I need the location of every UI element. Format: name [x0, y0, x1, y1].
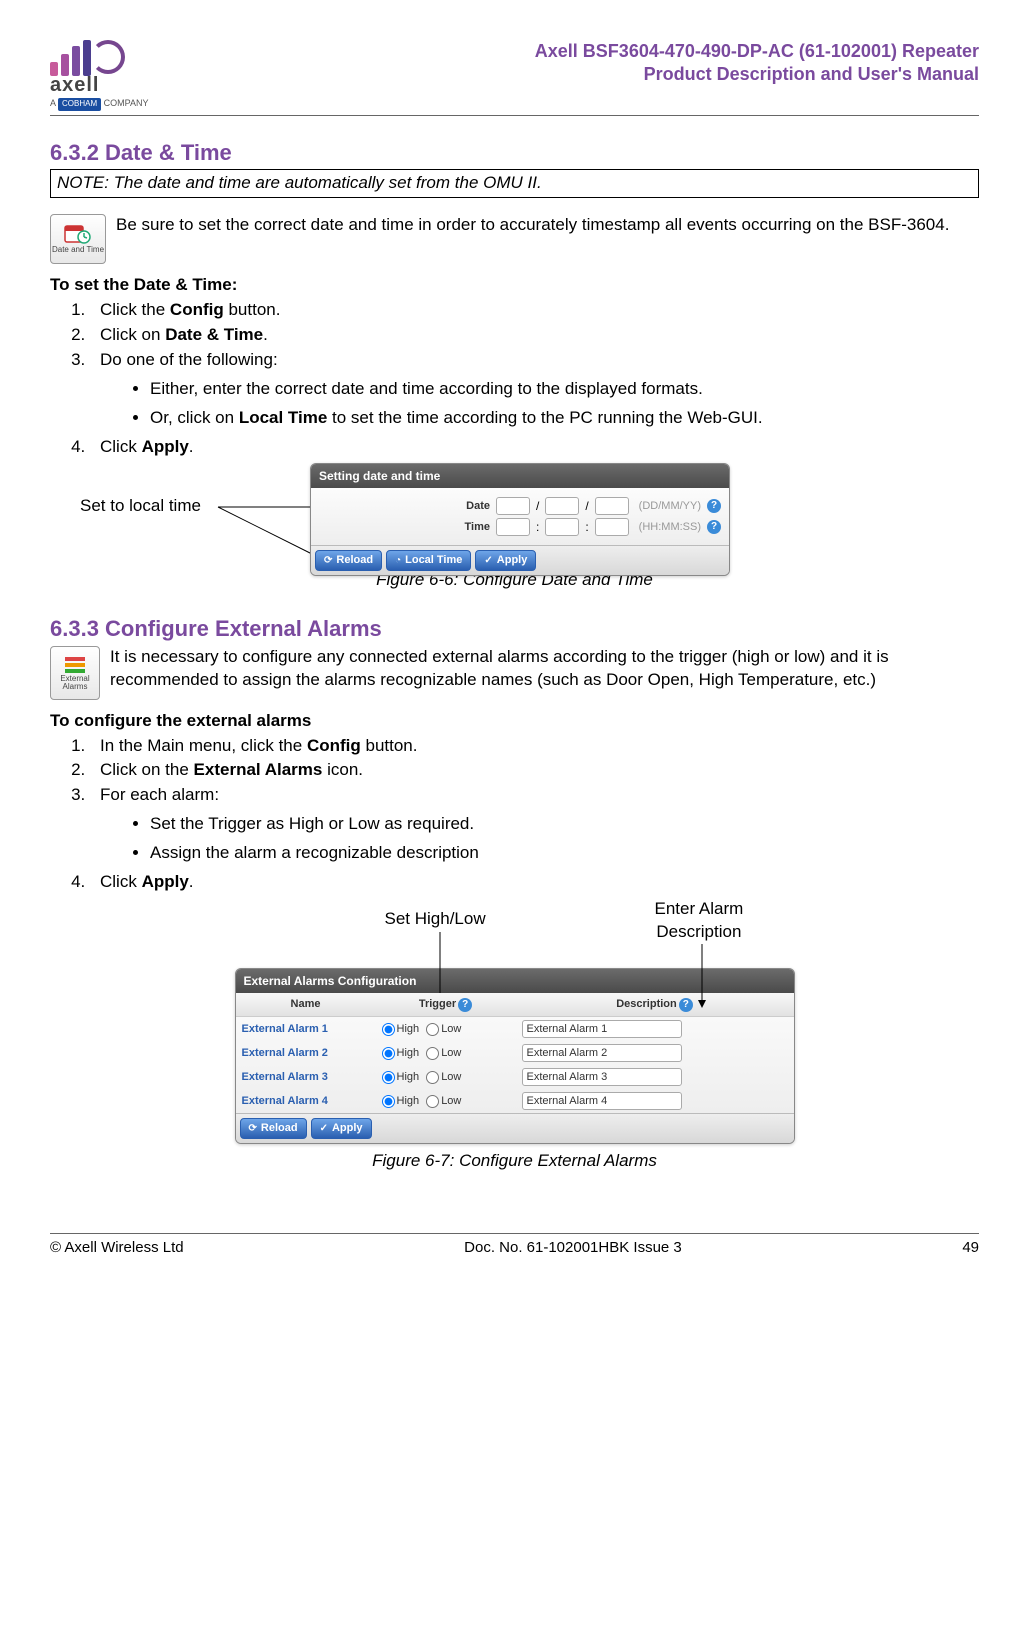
help-icon[interactable]: ? — [458, 998, 472, 1012]
date-mm-input[interactable] — [545, 497, 579, 515]
bullet-item: Or, click on Local Time to set the time … — [150, 407, 979, 430]
local-time-button[interactable]: ◔Local Time — [386, 550, 471, 571]
alarms-table: Name Trigger? Description? External Alar… — [236, 993, 794, 1113]
alarm-name: External Alarm 4 — [236, 1089, 376, 1113]
col-trigger: Trigger? — [376, 993, 516, 1017]
external-alarms-panel: External Alarms Configuration Name Trigg… — [235, 968, 795, 1144]
check-icon: ✓ — [320, 1122, 328, 1136]
steps-list-633: In the Main menu, click the Config butto… — [50, 735, 979, 895]
callout-arrow-icon — [697, 944, 707, 1012]
apply-button[interactable]: ✓Apply — [475, 550, 536, 571]
step-item: Click on Date & Time. — [90, 324, 979, 347]
bullet-item: Assign the alarm a recognizable descript… — [150, 842, 979, 865]
help-icon[interactable]: ? — [707, 520, 721, 534]
page-header: axell A COBHAM COMPANY Axell BSF3604-470… — [50, 40, 979, 116]
trigger-cell: High Low — [376, 1065, 516, 1089]
logo-bars-icon — [50, 40, 91, 76]
section-heading-632: 6.3.2 Date & Time — [50, 138, 979, 168]
brand-name: axell — [50, 72, 148, 99]
refresh-icon: ⟳ — [249, 1122, 257, 1136]
date-time-panel: Setting date and time Date / / (DD/MM/YY… — [310, 463, 730, 576]
alarm-desc-input[interactable] — [522, 1020, 682, 1038]
trigger-low-radio[interactable] — [426, 1095, 439, 1108]
alarm-desc-input[interactable] — [522, 1092, 682, 1110]
trigger-cell: High Low — [376, 1017, 516, 1042]
footer-page-no: 49 — [962, 1238, 979, 1258]
trigger-high-radio[interactable] — [382, 1071, 395, 1084]
table-row: External Alarm 4 High Low — [236, 1089, 794, 1113]
trigger-high-radio[interactable] — [382, 1023, 395, 1036]
document-title: Axell BSF3604-470-490-DP-AC (61-102001) … — [535, 40, 979, 85]
section-633-intro: It is necessary to configure any connect… — [110, 646, 979, 692]
step-item: Click the Config button. — [90, 299, 979, 322]
date-yy-input[interactable] — [595, 497, 629, 515]
alarm-name: External Alarm 1 — [236, 1017, 376, 1042]
callout-local-time: Set to local time — [80, 495, 201, 518]
table-row: External Alarm 1 High Low — [236, 1017, 794, 1042]
bullet-item: Either, enter the correct date and time … — [150, 378, 979, 401]
date-time-app-icon: Date and Time — [50, 214, 106, 264]
col-name: Name — [236, 993, 376, 1017]
section-heading-633: 6.3.3 Configure External Alarms — [50, 614, 979, 644]
clock-icon: ◔ — [395, 554, 401, 568]
step-item: In the Main menu, click the Config butto… — [90, 735, 979, 758]
reload-button[interactable]: ⟳Reload — [240, 1118, 307, 1139]
alarm-desc-input[interactable] — [522, 1068, 682, 1086]
time-hh-input[interactable] — [496, 518, 530, 536]
time-ss-input[interactable] — [595, 518, 629, 536]
step-item: Do one of the following: Either, enter t… — [90, 349, 979, 430]
step-item: Click Apply. — [90, 436, 979, 459]
procedure-title-632: To set the Date & Time: — [50, 274, 979, 297]
reload-button[interactable]: ⟳Reload — [315, 550, 382, 571]
step-item: Click Apply. — [90, 871, 979, 894]
refresh-icon: ⟳ — [324, 554, 332, 568]
trigger-low-radio[interactable] — [426, 1047, 439, 1060]
trigger-cell: High Low — [376, 1041, 516, 1065]
sub-bullets-633: Set the Trigger as High or Low as requir… — [130, 813, 979, 865]
check-icon: ✓ — [484, 554, 492, 568]
table-row: External Alarm 2 High Low — [236, 1041, 794, 1065]
trigger-low-radio[interactable] — [426, 1023, 439, 1036]
date-dd-input[interactable] — [496, 497, 530, 515]
panel-title: Setting date and time — [311, 464, 729, 488]
trigger-high-radio[interactable] — [382, 1095, 395, 1108]
help-icon[interactable]: ? — [679, 998, 693, 1012]
brand-subtitle: A COBHAM COMPANY — [50, 97, 148, 111]
page-footer: © Axell Wireless Ltd Doc. No. 61-102001H… — [50, 1233, 979, 1258]
alarm-name: External Alarm 3 — [236, 1065, 376, 1089]
panel-title: External Alarms Configuration — [236, 969, 794, 993]
trigger-cell: High Low — [376, 1089, 516, 1113]
date-label: Date — [410, 499, 490, 514]
figure-caption-67: Figure 6-7: Configure External Alarms — [372, 1150, 657, 1173]
brand-logo: axell A COBHAM COMPANY — [50, 40, 148, 111]
alarm-desc-input[interactable] — [522, 1044, 682, 1062]
external-alarms-app-icon: External Alarms — [50, 646, 100, 700]
time-mm-input[interactable] — [545, 518, 579, 536]
section-632-intro: Be sure to set the correct date and time… — [116, 214, 979, 237]
help-icon[interactable]: ? — [707, 499, 721, 513]
apply-button[interactable]: ✓Apply — [311, 1118, 372, 1139]
callout-enter-desc: Enter Alarm Description — [655, 898, 744, 944]
table-row: External Alarm 3 High Low — [236, 1065, 794, 1089]
steps-list-632: Click the Config button. Click on Date &… — [50, 299, 979, 459]
trigger-high-radio[interactable] — [382, 1047, 395, 1060]
procedure-title-633: To configure the external alarms — [50, 710, 979, 733]
calendar-clock-icon — [64, 223, 92, 245]
step-item: Click on the External Alarms icon. — [90, 759, 979, 782]
col-description: Description? — [516, 993, 794, 1017]
logo-swirl-icon — [91, 40, 125, 74]
footer-copyright: © Axell Wireless Ltd — [50, 1238, 184, 1258]
time-hint: (HH:MM:SS) — [639, 520, 701, 535]
note-box: NOTE: The date and time are automaticall… — [50, 169, 979, 198]
sub-bullets-632: Either, enter the correct date and time … — [130, 378, 979, 430]
date-hint: (DD/MM/YY) — [639, 499, 701, 514]
time-label: Time — [410, 520, 490, 535]
callout-set-high-low: Set High/Low — [385, 908, 486, 931]
trigger-low-radio[interactable] — [426, 1071, 439, 1084]
step-item: For each alarm: Set the Trigger as High … — [90, 784, 979, 865]
alarm-name: External Alarm 2 — [236, 1041, 376, 1065]
footer-doc-no: Doc. No. 61-102001HBK Issue 3 — [464, 1238, 682, 1258]
alarms-list-icon — [63, 655, 87, 675]
bullet-item: Set the Trigger as High or Low as requir… — [150, 813, 979, 836]
